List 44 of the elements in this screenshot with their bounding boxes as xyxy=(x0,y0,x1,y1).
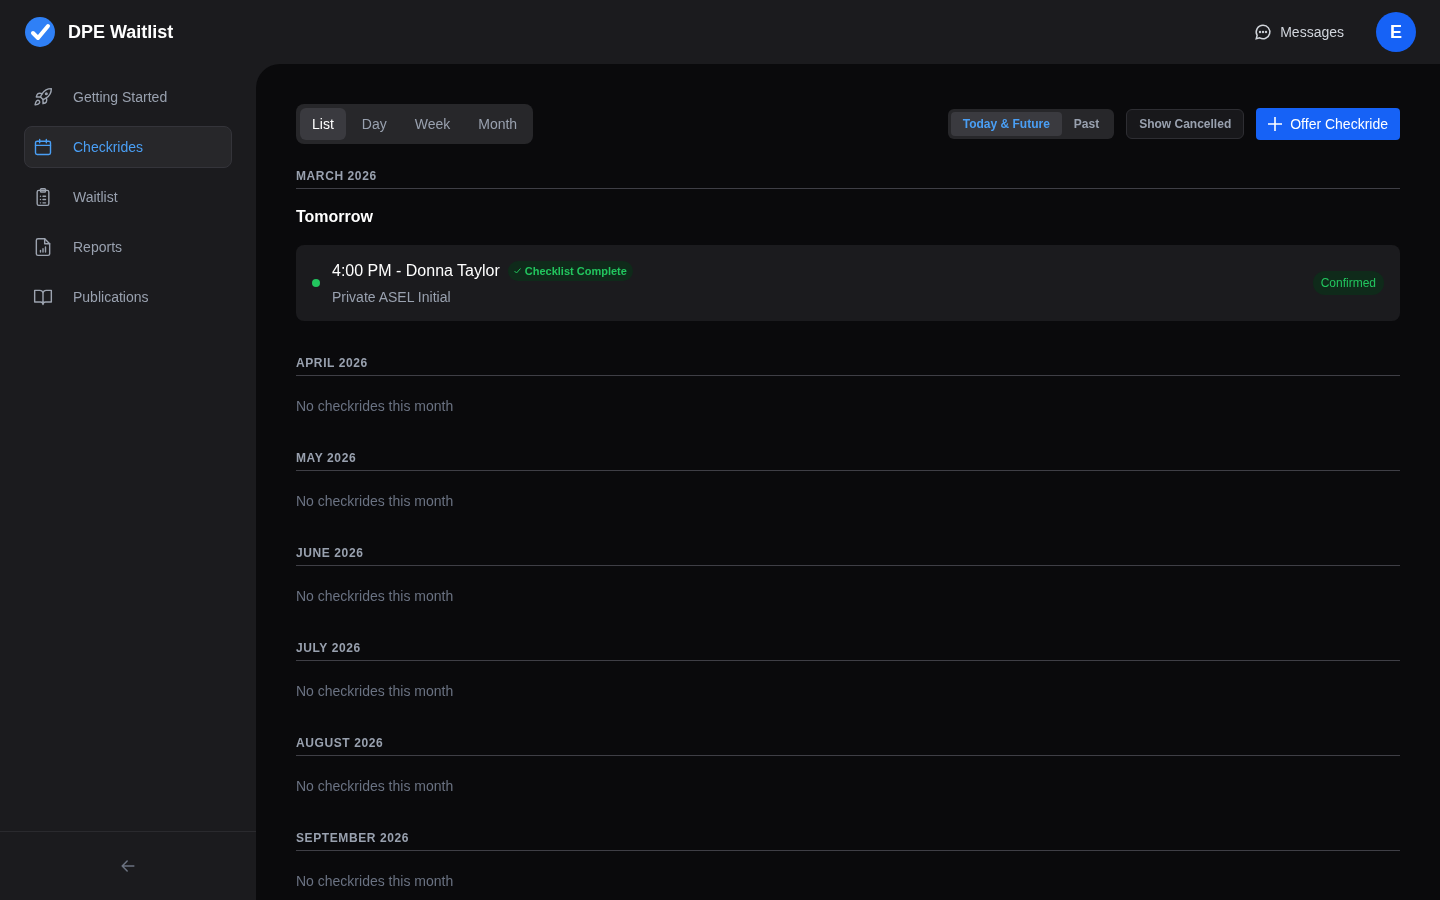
view-tab[interactable]: Month xyxy=(466,108,530,140)
book-icon xyxy=(33,287,53,307)
document-chart-icon xyxy=(33,237,53,257)
month-heading: MARCH 2026 xyxy=(296,168,1400,189)
empty-message: No checkrides this month xyxy=(296,872,455,891)
logo-icon xyxy=(24,16,56,48)
sidebar-item[interactable]: Publications xyxy=(24,276,232,318)
avatar[interactable]: E xyxy=(1376,12,1416,52)
sidebar-item[interactable]: Checkrides xyxy=(24,126,232,168)
sidebar-item[interactable]: Getting Started xyxy=(24,76,232,118)
checkride-type: Private ASEL Initial xyxy=(332,288,452,307)
checkride-card[interactable]: 4:00 PM - Donna Taylor Checklist Complete Private ASEL Initial Confirmed xyxy=(296,245,1400,321)
messages-button[interactable]: Messages xyxy=(1254,22,1344,42)
checkride-title: 4:00 PM - Donna Taylor xyxy=(332,261,500,281)
sidebar-item[interactable]: Reports xyxy=(24,226,232,268)
empty-message: No checkrides this month xyxy=(296,397,455,416)
checkmark-icon xyxy=(513,268,521,274)
view-tab[interactable]: List xyxy=(300,108,346,140)
empty-message: No checkrides this month xyxy=(296,587,455,606)
month-heading: MAY 2026 xyxy=(296,450,1400,471)
calendar-icon xyxy=(33,137,53,157)
filter-tab[interactable]: Past xyxy=(1061,112,1112,136)
day-heading: Tomorrow xyxy=(296,207,375,227)
status-badge: Confirmed xyxy=(1312,271,1384,295)
offer-checkride-button[interactable]: Offer Checkride xyxy=(1256,108,1400,140)
rocket-icon xyxy=(33,87,53,107)
month-heading: SEPTEMBER 2026 xyxy=(296,830,1400,851)
app-title: DPE Waitlist xyxy=(68,21,174,44)
month-heading: JUNE 2026 xyxy=(296,545,1400,566)
view-tab[interactable]: Day xyxy=(349,108,399,140)
plus-icon xyxy=(1268,117,1283,131)
month-heading: JULY 2026 xyxy=(296,640,1400,661)
chat-bubble-icon xyxy=(1254,23,1273,41)
clipboard-icon xyxy=(33,187,53,207)
month-heading: APRIL 2026 xyxy=(296,355,1400,376)
filter-tab[interactable]: Today & Future xyxy=(950,112,1062,136)
view-tab[interactable]: Week xyxy=(402,108,463,140)
empty-message: No checkrides this month xyxy=(296,492,455,511)
show-cancelled-button[interactable]: Show Cancelled xyxy=(1126,109,1245,139)
checklist-badge: Checklist Complete xyxy=(507,260,633,282)
sidebar-item[interactable]: Waitlist xyxy=(24,176,232,218)
empty-message: No checkrides this month xyxy=(296,682,455,701)
empty-message: No checkrides this month xyxy=(296,777,455,796)
month-heading: AUGUST 2026 xyxy=(296,735,1400,756)
